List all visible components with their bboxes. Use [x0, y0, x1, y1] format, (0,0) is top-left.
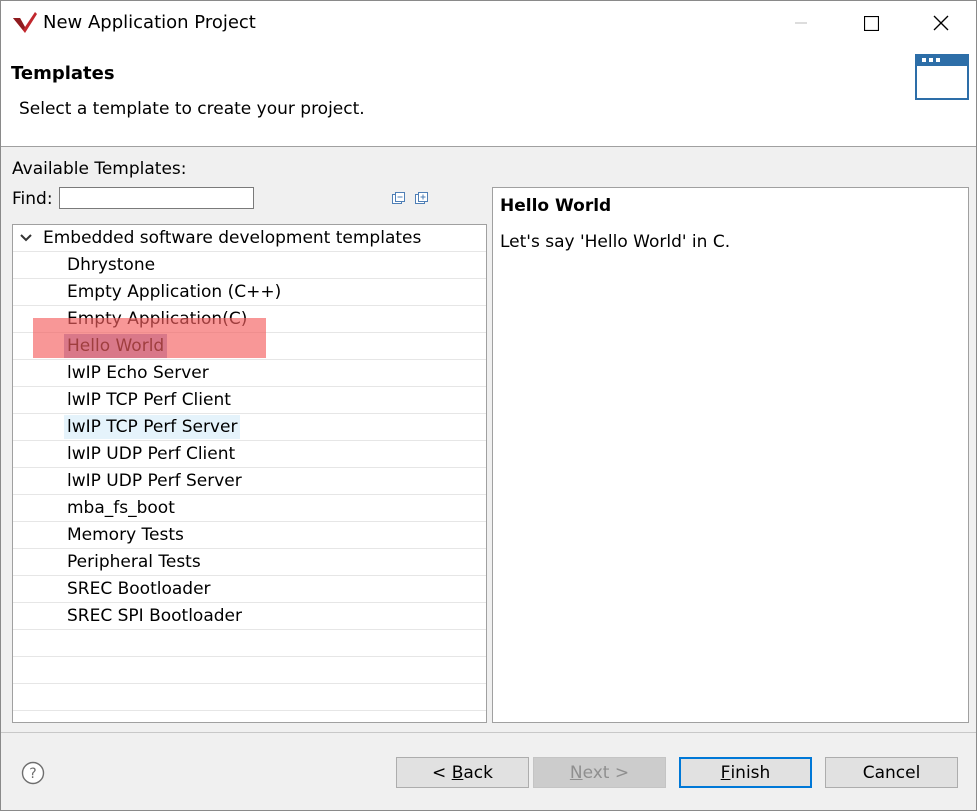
tree-item-label: SREC Bootloader: [67, 579, 211, 599]
tree-empty-row: [13, 684, 486, 711]
next-mnemonic: N: [569, 762, 583, 783]
tree-item-label: Hello World: [64, 334, 168, 358]
close-button[interactable]: [911, 1, 971, 45]
footer-divider: [1, 732, 976, 733]
collapse-all-icon[interactable]: [392, 192, 405, 205]
window-icon: [915, 54, 969, 100]
template-tree[interactable]: Embedded software development templates …: [12, 224, 487, 723]
available-templates-label: Available Templates:: [12, 159, 187, 179]
svg-text:?: ?: [29, 766, 36, 782]
expand-all-icon[interactable]: [415, 192, 428, 205]
tree-item-label: lwIP UDP Perf Server: [67, 471, 242, 491]
cancel-button[interactable]: Cancel: [825, 757, 958, 788]
tree-empty-row: [13, 657, 486, 684]
template-description-panel: Hello World Let's say 'Hello World' in C…: [492, 187, 969, 723]
tree-item-label: Empty Application(C): [67, 309, 248, 329]
tree-empty-row: [13, 630, 486, 657]
tree-item-srec-spi-bootloader[interactable]: SREC SPI Bootloader: [13, 603, 486, 630]
tree-item-label: lwIP UDP Perf Client: [67, 444, 236, 464]
cancel-label: Cancel: [862, 762, 921, 783]
tree-item-mba-fs-boot[interactable]: mba_fs_boot: [13, 495, 486, 522]
tree-item-label: Memory Tests: [67, 525, 184, 545]
tree-item-label: SREC SPI Bootloader: [67, 606, 242, 626]
page-description: Select a template to create your project…: [19, 99, 365, 119]
next-rest: ext >: [582, 762, 630, 783]
window-title: New Application Project: [43, 12, 256, 33]
tree-item-peripheral-tests[interactable]: Peripheral Tests: [13, 549, 486, 576]
tree-group-label: Embedded software development templates: [43, 228, 422, 248]
chevron-down-icon[interactable]: [20, 233, 32, 243]
page-title: Templates: [11, 63, 115, 84]
tree-item-hello-world[interactable]: Hello World: [13, 333, 486, 360]
help-icon[interactable]: ?: [21, 761, 45, 785]
tree-item-label: lwIP Echo Server: [67, 363, 209, 383]
finish-rest: inish: [730, 762, 771, 783]
wizard-header: Templates Select a template to create yo…: [1, 45, 976, 147]
dialog-window: New Application Project Templates Select…: [0, 0, 977, 811]
tree-item-lwip-tcp-perf-server[interactable]: lwIP TCP Perf Server: [13, 414, 486, 441]
find-label: Find:: [12, 189, 53, 209]
description-title: Hello World: [500, 196, 612, 216]
close-icon: [933, 15, 949, 31]
tree-item-srec-bootloader[interactable]: SREC Bootloader: [13, 576, 486, 603]
tree-item-lwip-udp-perf-client[interactable]: lwIP UDP Perf Client: [13, 441, 486, 468]
tree-item-lwip-udp-perf-server[interactable]: lwIP UDP Perf Server: [13, 468, 486, 495]
minimize-button[interactable]: [771, 1, 831, 45]
tree-item-dhrystone[interactable]: Dhrystone: [13, 252, 486, 279]
back-prefix: <: [432, 762, 452, 783]
tree-item-lwip-tcp-perf-client[interactable]: lwIP TCP Perf Client: [13, 387, 486, 414]
finish-mnemonic: F: [720, 762, 731, 783]
back-mnemonic: B: [451, 762, 464, 783]
tree-item-empty-application-c[interactable]: Empty Application(C): [13, 306, 486, 333]
back-button[interactable]: < Back: [396, 757, 529, 788]
find-input[interactable]: [59, 187, 254, 209]
finish-button[interactable]: Finish: [679, 757, 812, 788]
maximize-icon: [863, 15, 879, 31]
tree-item-label: Peripheral Tests: [67, 552, 201, 572]
maximize-button[interactable]: [841, 1, 901, 45]
tree-item-memory-tests[interactable]: Memory Tests: [13, 522, 486, 549]
tree-item-label: lwIP TCP Perf Client: [67, 390, 231, 410]
minimize-icon: [795, 22, 807, 24]
description-text: Let's say 'Hello World' in C.: [500, 232, 731, 252]
app-logo-icon: [13, 12, 37, 33]
tree-item-label: lwIP TCP Perf Server: [64, 415, 241, 439]
next-button[interactable]: Next >: [533, 757, 666, 788]
tree-item-label: Empty Application (C++): [67, 282, 282, 302]
title-bar[interactable]: New Application Project: [1, 1, 976, 45]
back-rest: ack: [463, 762, 493, 783]
tree-group-embedded-templates[interactable]: Embedded software development templates: [13, 225, 486, 252]
tree-item-label: Dhrystone: [67, 255, 156, 275]
tree-item-lwip-echo-server[interactable]: lwIP Echo Server: [13, 360, 486, 387]
tree-item-empty-application-cpp[interactable]: Empty Application (C++): [13, 279, 486, 306]
tree-item-label: mba_fs_boot: [67, 498, 175, 518]
